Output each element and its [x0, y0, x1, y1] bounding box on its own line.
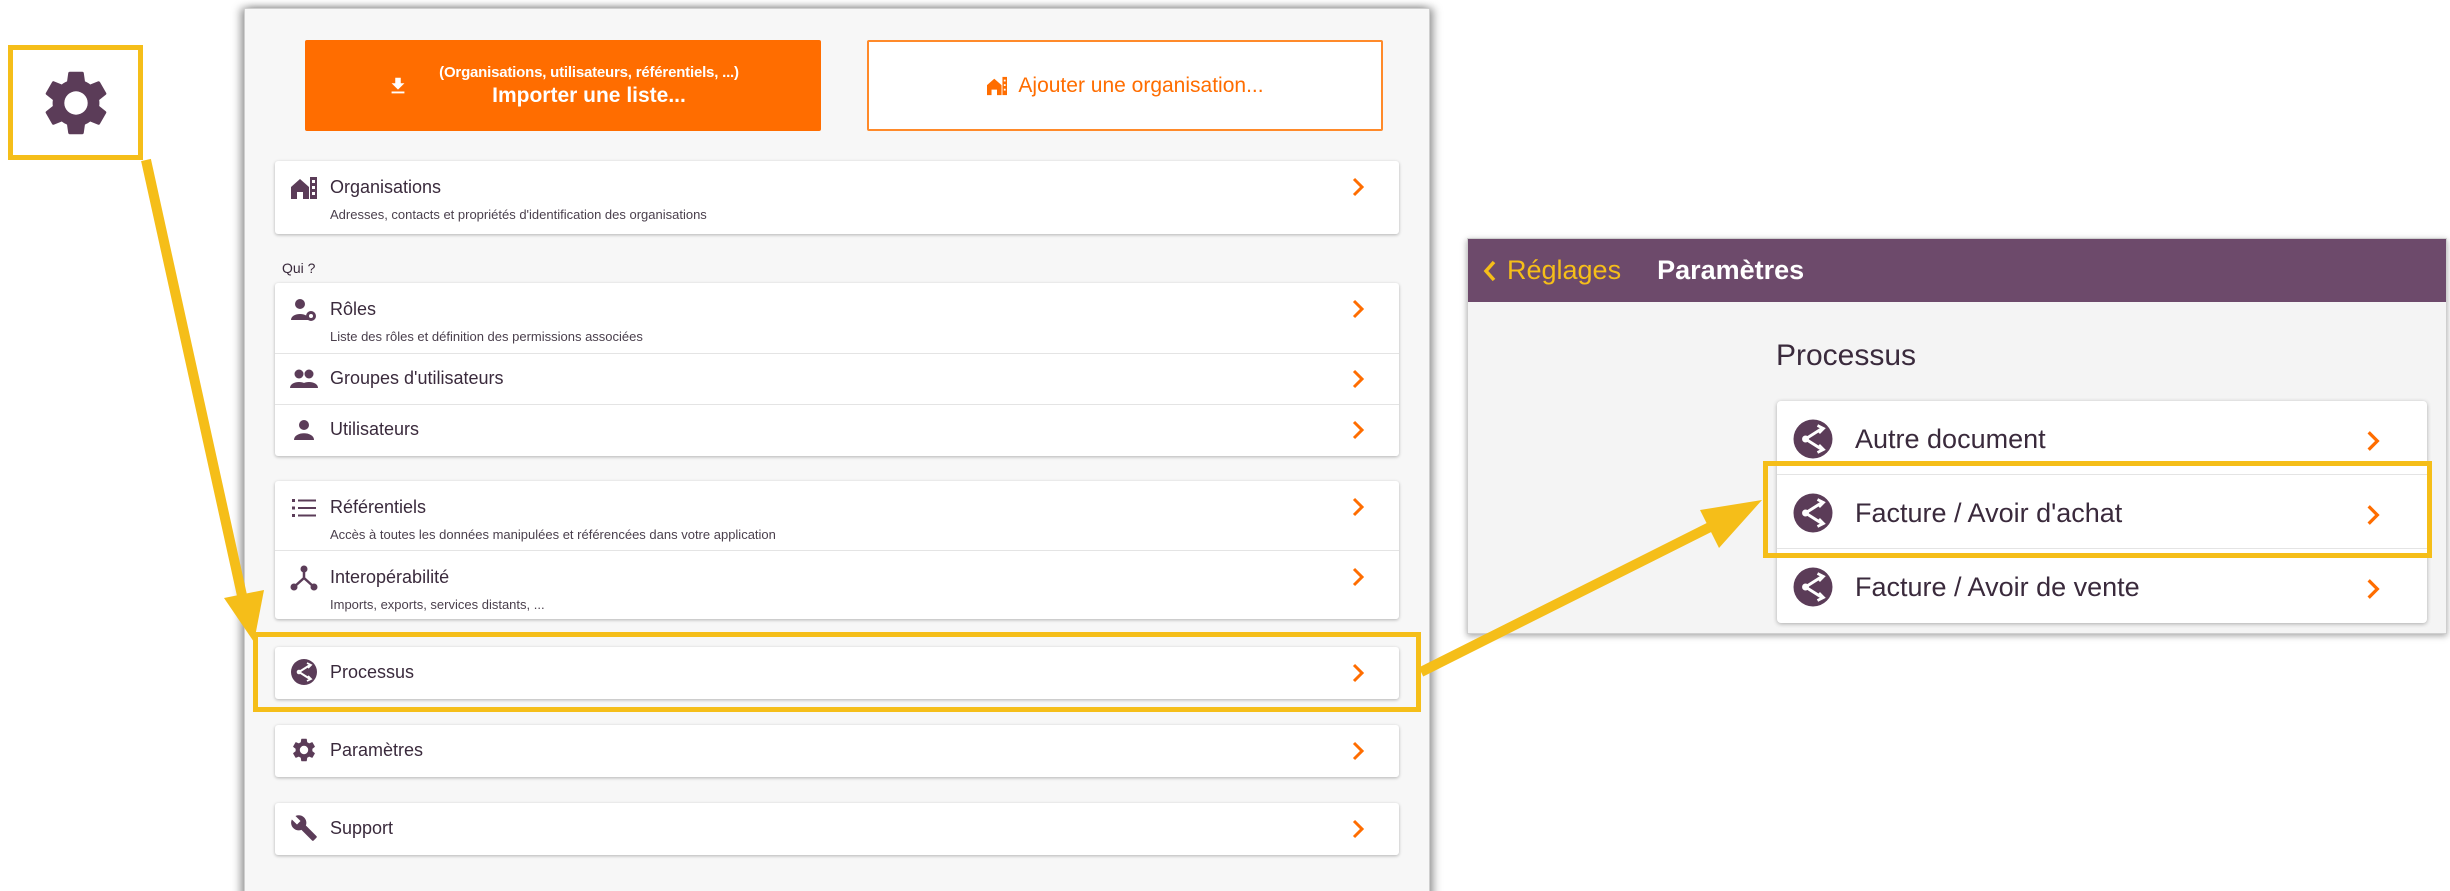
- import-list-button[interactable]: (Organisations, utilisateurs, référentie…: [305, 40, 821, 131]
- process-settings-panel: Réglages Paramètres Processus Autre docu…: [1467, 238, 2447, 634]
- chevron-right-icon: [1352, 741, 1365, 761]
- who-card: Rôles Liste des rôles et définition des …: [275, 283, 1399, 456]
- menu-item-referentials[interactable]: Référentiels Accès à toutes les données …: [275, 481, 1399, 551]
- menu-item-parameters[interactable]: Paramètres: [275, 725, 1399, 777]
- menu-item-description: Liste des rôles et définition des permis…: [330, 329, 643, 344]
- chevron-right-icon: [1352, 420, 1365, 440]
- support-card: Support: [275, 803, 1399, 855]
- data-card: Référentiels Accès à toutes les données …: [275, 481, 1399, 619]
- process-item-purchase-invoice[interactable]: Facture / Avoir d'achat: [1777, 475, 2427, 549]
- parameters-card: Paramètres: [275, 725, 1399, 777]
- menu-item-description: Accès à toutes les données manipulées et…: [330, 527, 776, 542]
- back-button[interactable]: Réglages: [1482, 255, 1621, 286]
- interoperability-icon: [289, 565, 319, 591]
- menu-item-title: Processus: [330, 662, 415, 682]
- process-icon: [1793, 493, 1833, 533]
- chevron-right-icon: [1352, 567, 1365, 587]
- menu-item-interoperability[interactable]: Interopérabilité Imports, exports, servi…: [275, 551, 1399, 619]
- user-icon: [289, 417, 319, 443]
- chevron-right-icon: [2367, 579, 2380, 599]
- list-icon: [289, 495, 319, 521]
- chevron-right-icon: [1352, 663, 1365, 683]
- menu-item-title: Interopérabilité: [330, 567, 450, 587]
- import-label: Importer une liste...: [492, 83, 686, 107]
- settings-panel: (Organisations, utilisateurs, référentie…: [244, 8, 1430, 891]
- process-card: Processus: [275, 647, 1399, 699]
- back-label: Réglages: [1507, 255, 1622, 285]
- chevron-right-icon: [1352, 369, 1365, 389]
- menu-item-title: Groupes d'utilisateurs: [330, 368, 504, 388]
- section-label-who: Qui ?: [282, 260, 316, 276]
- menu-item-description: Adresses, contacts et propriétés d'ident…: [330, 207, 707, 222]
- process-icon: [1793, 419, 1833, 459]
- organisation-icon: [289, 175, 319, 201]
- menu-item-organisations[interactable]: Organisations Adresses, contacts et prop…: [275, 161, 1399, 234]
- menu-item-description: Imports, exports, services distants, ...: [330, 597, 545, 612]
- menu-item-users[interactable]: Utilisateurs: [275, 405, 1399, 456]
- organisations-card: Organisations Adresses, contacts et prop…: [275, 161, 1399, 234]
- menu-item-process[interactable]: Processus: [275, 647, 1399, 699]
- process-item-label: Facture / Avoir de vente: [1855, 572, 2140, 602]
- chevron-right-icon: [2367, 505, 2380, 525]
- process-item-label: Facture / Avoir d'achat: [1855, 498, 2123, 528]
- chevron-right-icon: [1352, 299, 1365, 319]
- menu-item-support[interactable]: Support: [275, 803, 1399, 855]
- add-organisation-label: Ajouter une organisation...: [1018, 73, 1264, 97]
- chevron-left-icon: [1483, 260, 1496, 281]
- menu-item-title: Paramètres: [330, 740, 424, 760]
- gear-icon: [289, 737, 319, 763]
- add-organisation-button[interactable]: Ajouter une organisation...: [867, 40, 1383, 131]
- import-sublabel: (Organisations, utilisateurs, référentie…: [439, 63, 739, 81]
- chevron-right-icon: [2367, 431, 2380, 451]
- process-list: Autre document Facture / Avoir d'achat F…: [1777, 401, 2427, 623]
- menu-item-title: Référentiels: [330, 497, 427, 517]
- user-group-icon: [289, 366, 319, 392]
- panel-header: Réglages Paramètres: [1468, 239, 2446, 302]
- import-button-text: (Organisations, utilisateurs, référentie…: [439, 64, 739, 108]
- menu-item-title: Organisations: [330, 177, 442, 197]
- gear-icon: [45, 71, 106, 134]
- process-icon: [289, 659, 319, 685]
- organisation-add-icon: [987, 76, 1008, 95]
- menu-item-user-groups[interactable]: Groupes d'utilisateurs: [275, 354, 1399, 405]
- panel-title: Paramètres: [1657, 255, 1805, 285]
- process-item-other-document[interactable]: Autre document: [1777, 401, 2427, 475]
- process-item-label: Autre document: [1855, 424, 2046, 454]
- process-item-sales-invoice[interactable]: Facture / Avoir de vente: [1777, 549, 2427, 623]
- menu-item-title: Support: [330, 818, 394, 838]
- menu-item-title: Rôles: [330, 299, 377, 319]
- chevron-right-icon: [1352, 177, 1365, 197]
- chevron-right-icon: [1352, 497, 1365, 517]
- menu-item-roles[interactable]: Rôles Liste des rôles et définition des …: [275, 283, 1399, 354]
- menu-item-title: Utilisateurs: [330, 419, 420, 439]
- wrench-icon: [289, 815, 319, 841]
- section-title: Processus: [1776, 339, 1917, 372]
- settings-gear-callout[interactable]: [8, 45, 143, 160]
- download-icon: [391, 77, 405, 93]
- chevron-right-icon: [1352, 819, 1365, 839]
- process-icon: [1793, 567, 1833, 607]
- user-cog-icon: [289, 297, 319, 323]
